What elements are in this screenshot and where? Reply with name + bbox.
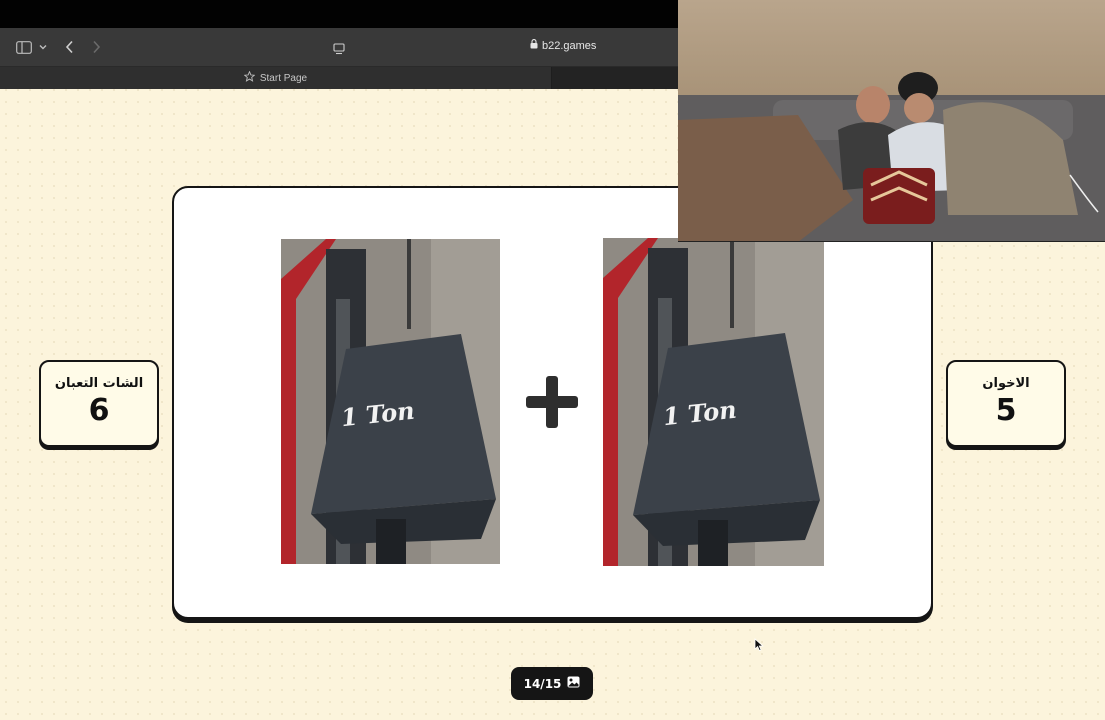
back-arrow-icon[interactable] bbox=[62, 38, 76, 56]
team-right-score-card: الاخوان 5 bbox=[946, 360, 1066, 447]
lock-icon bbox=[530, 39, 538, 52]
question-counter[interactable]: 14/15 bbox=[511, 667, 593, 700]
team-left-name: الشات التعبان bbox=[54, 376, 144, 391]
team-right-score: 5 bbox=[995, 393, 1017, 428]
question-card: 1 Ton 1 Ton bbox=[172, 186, 933, 619]
puzzle-image-left: 1 Ton bbox=[281, 239, 500, 564]
chevron-down-icon[interactable] bbox=[38, 38, 48, 56]
sidebar-toggle-icon[interactable] bbox=[15, 38, 33, 56]
address-bar[interactable]: b22.games bbox=[330, 36, 678, 58]
image-icon bbox=[567, 676, 580, 691]
puzzle-image-right: 1 Ton bbox=[603, 238, 824, 566]
tab-bar: Start Page bbox=[0, 67, 678, 89]
mouse-cursor-icon bbox=[754, 637, 764, 656]
menu-bar bbox=[0, 0, 678, 28]
tab-start-page[interactable]: Start Page bbox=[0, 67, 552, 89]
plus-icon bbox=[524, 374, 580, 430]
team-left-score-card: الشات التعبان 6 bbox=[39, 360, 159, 447]
counter-text: 14/15 bbox=[523, 676, 562, 691]
url-text: b22.games bbox=[542, 39, 597, 52]
browser-toolbar: b22.games bbox=[0, 28, 678, 67]
team-left-score: 6 bbox=[88, 393, 110, 428]
tab-label: Start Page bbox=[259, 72, 308, 84]
webcam-overlay bbox=[678, 0, 1105, 242]
star-icon bbox=[243, 70, 256, 85]
team-right-name: الاخوان bbox=[982, 376, 1030, 391]
page-menu-icon[interactable] bbox=[333, 40, 345, 59]
forward-arrow-icon[interactable] bbox=[89, 38, 103, 56]
